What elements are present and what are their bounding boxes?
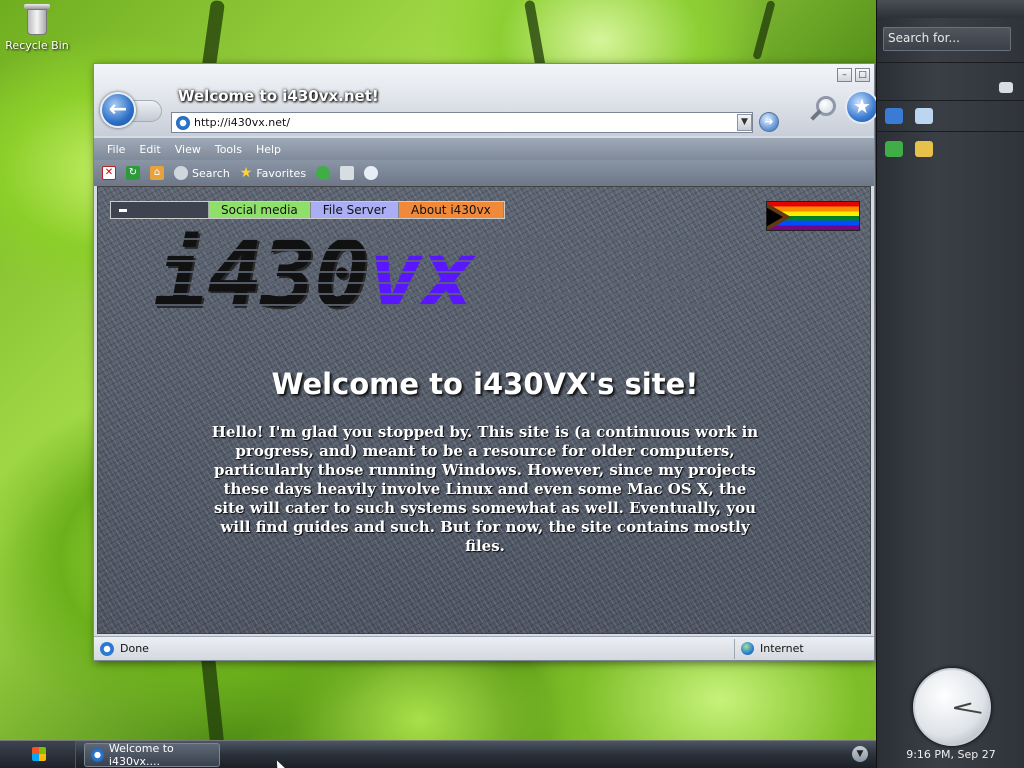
nav-about[interactable]: About i430vx [399,202,504,218]
desktop-icon-label: Recycle Bin [5,39,69,52]
search-icon[interactable] [810,96,838,124]
site-intro-text: Hello! I'm glad you stopped by. This sit… [211,423,759,555]
web-page-content: Social media File Server About i430vx i4… [97,186,871,634]
search-button[interactable]: Search [174,166,230,180]
recycle-bin-icon [22,2,52,36]
site-heading: Welcome to i430VX's site! [271,367,699,401]
favorites-star-icon[interactable]: ★ [845,90,879,124]
sidebar-quicklaunch-row-2 [885,141,933,157]
tray-expand-icon[interactable]: ▼ [852,746,868,762]
search-toolbar-icon [174,166,188,180]
forward-button[interactable] [132,100,162,122]
ie-page-icon: e [176,115,190,130]
start-button[interactable] [0,741,76,768]
menu-bar: File Edit View Tools Help [94,138,874,160]
sidebar-top-bar [877,0,1024,18]
address-dropdown-button[interactable]: ▼ [737,114,752,131]
menu-help[interactable]: Help [249,143,288,156]
ie-taskbar-icon [91,748,104,762]
address-bar[interactable]: e http://i430vx.net/ [171,112,753,133]
menu-file[interactable]: File [100,143,132,156]
home-icon[interactable]: ⌂ [150,166,164,180]
clock-minute-hand [953,707,982,714]
taskbar-button-browser[interactable]: Welcome to i430vx.... [84,742,220,768]
minimize-button[interactable]: – [837,68,852,82]
window-controls: – □ [837,68,870,82]
site-logo-part1: i430 [154,221,370,328]
site-logo: i430vx [154,229,476,321]
go-button[interactable]: ➜ [759,112,779,132]
sidebar-app-icon[interactable] [885,108,903,124]
menu-view[interactable]: View [168,143,208,156]
site-nav: Social media File Server About i430vx [110,201,505,219]
taskbar-button-label: Welcome to i430vx.... [108,742,174,768]
nav-social-media[interactable]: Social media [209,202,311,218]
sidebar-chat-icon[interactable] [999,82,1013,93]
site-logo-part2: vx [367,221,477,328]
page-done-icon [100,641,114,656]
sidebar-app-icon[interactable] [885,141,903,157]
clock-gadget[interactable] [913,668,991,746]
messenger-icon[interactable] [364,166,379,180]
nav-file-server[interactable]: File Server [310,202,400,218]
menu-edit[interactable]: Edit [132,143,167,156]
back-arrow-icon: ← [108,97,128,122]
refresh-icon[interactable]: ↻ [126,166,140,180]
history-icon[interactable] [316,166,331,180]
pride-flag-image [766,201,860,231]
sidebar-search-input[interactable]: Search for... [883,27,1011,51]
command-toolbar: ✕ ↻ ⌂ Search ★ Favorites [94,160,874,186]
favorites-button-label: Favorites [256,166,307,180]
address-text: http://i430vx.net/ [194,116,291,129]
zone-text: Internet [760,642,804,655]
browser-window: – □ ← Welcome to i430vx.net! e http://i4… [93,63,879,661]
internet-zone-icon [741,642,754,655]
menu-tools[interactable]: Tools [208,143,249,156]
sidebar-app-icon[interactable] [915,141,933,157]
search-button-label: Search [192,166,230,180]
windows-sidebar: Search for... 9:16 PM, Sep 27 [876,0,1024,768]
stop-icon[interactable]: ✕ [102,166,116,180]
site-nav-home[interactable] [111,202,209,218]
print-icon[interactable] [340,166,355,180]
browser-titlebar: – □ ← Welcome to i430vx.net! e http://i4… [94,64,879,136]
back-button[interactable]: ← [100,92,136,128]
favorites-button[interactable]: ★ Favorites [240,165,306,181]
sidebar-app-icon[interactable] [915,108,933,124]
desktop-icon-recycle-bin[interactable]: Recycle Bin [4,2,70,52]
taskbar: Welcome to i430vx.... ▼ [0,740,876,768]
status-text: Done [120,642,149,655]
status-bar: Done Internet [94,636,874,660]
page-title: Welcome to i430vx.net! [178,87,379,105]
sidebar-quicklaunch-row-1 [885,108,933,124]
maximize-button[interactable]: □ [855,68,870,82]
favorites-icon: ★ [239,165,253,181]
windows-logo-icon [32,747,46,761]
clock-time-label: 9:16 PM, Sep 27 [906,748,996,761]
